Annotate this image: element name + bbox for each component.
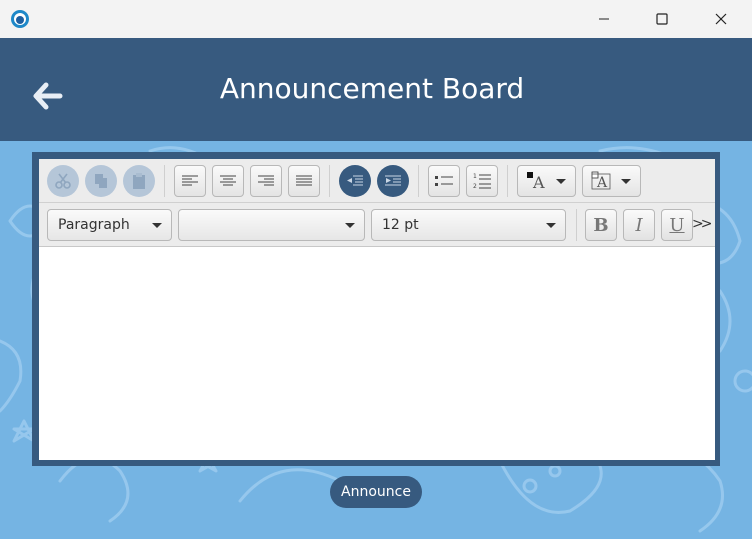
toolbar-overflow-button[interactable]: >> — [692, 216, 713, 232]
outdent-icon[interactable] — [339, 165, 371, 197]
numbered-list-icon[interactable]: 12 — [466, 165, 498, 197]
chevron-down-icon — [345, 223, 355, 228]
close-button[interactable] — [697, 0, 745, 38]
toolbar-separator — [329, 165, 330, 197]
highlight-color-icon: A — [591, 171, 611, 191]
toolbar-separator — [507, 165, 508, 197]
chevron-down-icon — [152, 223, 162, 228]
align-justify-icon[interactable] — [288, 165, 320, 197]
italic-label: I — [635, 214, 643, 236]
window-titlebar — [0, 0, 752, 38]
bold-button[interactable]: B — [585, 209, 617, 241]
editor-content-area[interactable] — [39, 248, 715, 460]
bold-label: B — [593, 214, 609, 236]
italic-button[interactable]: I — [623, 209, 655, 241]
announce-button[interactable]: Announce — [330, 476, 422, 508]
font-size-select[interactable]: 12 pt — [371, 209, 566, 241]
underline-button[interactable]: U — [661, 209, 693, 241]
paste-icon[interactable] — [123, 165, 155, 197]
svg-text:1: 1 — [473, 173, 477, 180]
minimize-button[interactable] — [580, 0, 628, 38]
page-title: Announcement Board — [219, 72, 525, 105]
copy-icon[interactable] — [85, 165, 117, 197]
svg-text:A: A — [532, 173, 545, 191]
toolbar-separator — [576, 209, 577, 241]
block-format-select[interactable]: Paragraph — [47, 209, 172, 241]
font-size-value: 12 pt — [382, 217, 419, 233]
toolbar-separator — [418, 165, 419, 197]
chevron-down-icon — [621, 179, 631, 184]
toolbar-separator — [164, 165, 165, 197]
text-color-icon: A — [527, 172, 545, 191]
font-family-select[interactable] — [178, 209, 365, 241]
maximize-button[interactable] — [638, 0, 686, 38]
underline-label: U — [669, 214, 685, 236]
background-color-picker[interactable]: A — [582, 165, 641, 197]
svg-text:A: A — [596, 175, 608, 191]
cut-icon[interactable] — [47, 165, 79, 197]
app-icon — [10, 9, 30, 29]
text-color-picker[interactable]: A — [517, 165, 576, 197]
block-format-value: Paragraph — [58, 217, 130, 233]
svg-text:2: 2 — [473, 183, 477, 190]
align-right-icon[interactable] — [250, 165, 282, 197]
chevron-down-icon — [556, 179, 566, 184]
bullet-list-icon[interactable] — [428, 165, 460, 197]
indent-icon[interactable] — [377, 165, 409, 197]
align-left-icon[interactable] — [174, 165, 206, 197]
chevron-down-icon — [546, 223, 556, 228]
align-center-icon[interactable] — [212, 165, 244, 197]
